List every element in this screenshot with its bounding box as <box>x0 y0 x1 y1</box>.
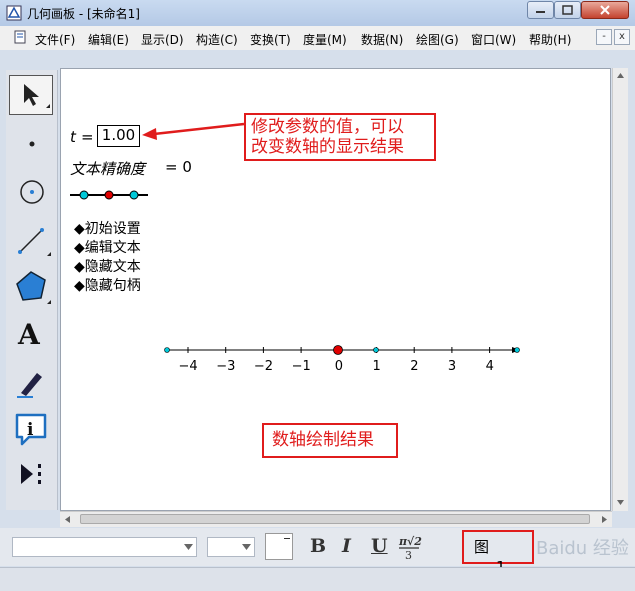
annotation-line-2: 改变数轴的显示结果 <box>251 137 404 157</box>
font-size-select[interactable] <box>207 537 255 557</box>
close-icon <box>600 5 610 15</box>
unit-point-handle[interactable] <box>373 347 379 353</box>
precision-value: = 0 <box>165 158 192 176</box>
svg-text:3: 3 <box>405 549 412 561</box>
minimize-icon <box>536 11 545 13</box>
menu-help[interactable]: 帮助(H) <box>529 31 571 48</box>
minimize-button[interactable] <box>527 1 554 19</box>
precision-slider[interactable] <box>68 187 152 203</box>
custom-tools-icon[interactable] <box>9 455 53 495</box>
maximize-icon <box>562 5 573 15</box>
math-format-icon[interactable]: π√2 3 <box>397 533 423 561</box>
menu-display[interactable]: 显示(D) <box>141 31 184 48</box>
tick-label: 0 <box>334 359 344 374</box>
tick-label: 4 <box>485 359 494 374</box>
tick-label: −3 <box>216 359 236 374</box>
axis-end-handle[interactable] <box>514 347 520 353</box>
tick-label: 1 <box>372 359 381 374</box>
menu-measure[interactable]: 度量(M) <box>303 31 347 48</box>
straightedge-tool-icon[interactable] <box>9 220 53 260</box>
tick-label: 3 <box>447 359 457 374</box>
document-icon <box>14 30 26 44</box>
button-edit-text[interactable]: ◆编辑文本 <box>74 237 141 257</box>
horizontal-scroll-thumb[interactable] <box>80 514 590 524</box>
menu-file[interactable]: 文件(F) <box>35 31 75 48</box>
app-icon <box>6 5 22 21</box>
tick-label: 2 <box>410 359 419 374</box>
scroll-arrows-icon <box>617 73 624 505</box>
vertical-scrollbar[interactable] <box>612 68 628 511</box>
annotation-box-bottom: 数轴绘制结果 <box>262 423 398 458</box>
menu-construct[interactable]: 构造(C) <box>196 31 238 48</box>
arrow-icon <box>24 84 50 108</box>
compass-tool-icon[interactable] <box>9 172 53 212</box>
svg-text:π√2: π√2 <box>398 535 422 548</box>
tick-label: −2 <box>253 359 274 374</box>
chevron-down-icon <box>242 544 251 550</box>
annotation-box-top: 修改参数的值，可以 改变数轴的显示结果 <box>244 113 436 161</box>
close-button[interactable] <box>581 1 629 19</box>
slider-value-handle[interactable] <box>104 190 114 200</box>
menu-window[interactable]: 窗口(W) <box>471 31 516 48</box>
tick-label: −1 <box>291 359 311 374</box>
bold-button[interactable]: B <box>310 535 326 557</box>
tick-label: −4 <box>178 359 198 374</box>
slider-right-handle[interactable] <box>129 190 139 200</box>
menu-graph[interactable]: 绘图(G) <box>416 31 459 48</box>
maximize-button[interactable] <box>554 1 581 19</box>
button-hide-handles[interactable]: ◆隐藏句柄 <box>74 275 141 295</box>
svg-text:i: i <box>27 420 34 440</box>
information-tool-icon[interactable]: i <box>9 407 53 449</box>
text-tool-icon[interactable]: A <box>9 313 53 355</box>
svg-text:A: A <box>17 318 41 351</box>
text-color-button[interactable] <box>265 533 293 560</box>
font-family-select[interactable] <box>12 537 197 557</box>
underline-button[interactable]: U <box>371 535 388 557</box>
button-init-settings[interactable]: ◆初始设置 <box>74 218 141 238</box>
chevron-down-icon <box>184 544 193 550</box>
parameter-value-box[interactable]: 1.00 <box>97 125 140 147</box>
status-bar <box>0 567 635 591</box>
mdi-close-button[interactable]: x <box>614 29 630 45</box>
watermark: Baidu 经验 <box>536 538 629 559</box>
parameter-name: t <box>70 128 76 146</box>
menu-data[interactable]: 数据(N) <box>361 31 403 48</box>
button-hide-text[interactable]: ◆隐藏文本 <box>74 256 141 276</box>
marker-tool-icon[interactable] <box>9 361 53 401</box>
polygon-tool-icon[interactable] <box>9 266 53 308</box>
slider-left-handle[interactable] <box>79 190 89 200</box>
color-swatch-mark <box>284 538 290 539</box>
axis-start-handle[interactable] <box>164 347 170 353</box>
parameter-equals: = <box>81 128 94 146</box>
mdi-minimize-button[interactable]: - <box>596 29 612 45</box>
annotation-status-box: 图 1 <box>462 530 534 576</box>
window-title: 几何画板 - [未命名1] <box>27 7 140 21</box>
point-tool-icon[interactable] <box>9 125 53 163</box>
precision-label: 文本精确度 <box>70 160 146 178</box>
selection-arrow-tool[interactable] <box>9 75 53 115</box>
annotation-line-1: 修改参数的值，可以 <box>251 117 404 137</box>
menu-edit[interactable]: 编辑(E) <box>88 31 129 48</box>
menu-transform[interactable]: 变换(T) <box>250 31 291 48</box>
italic-button[interactable]: I <box>342 535 351 557</box>
callout-arrow <box>142 122 245 140</box>
status-label: 图 <box>474 538 490 556</box>
origin-point[interactable] <box>333 345 343 355</box>
